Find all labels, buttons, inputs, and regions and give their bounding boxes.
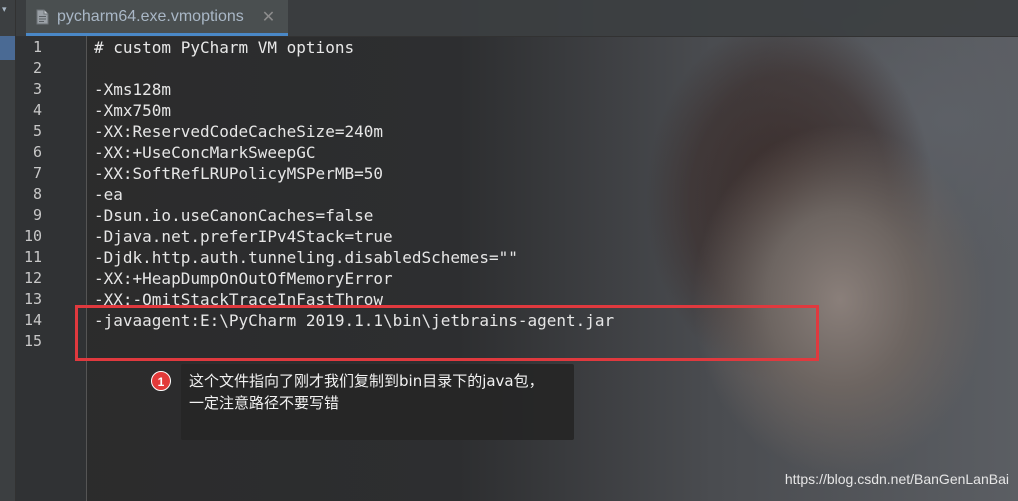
editor-tab-bar: pycharm64.exe.vmoptions ✕ <box>16 0 1018 37</box>
highlight-box <box>75 305 819 361</box>
code-line[interactable]: -Xms128m <box>94 79 171 100</box>
line-number: 13 <box>23 290 42 308</box>
line-number: 14 <box>23 311 42 329</box>
close-icon[interactable]: ✕ <box>262 7 275 26</box>
line-number: 8 <box>32 185 42 203</box>
code-line[interactable]: -Djdk.http.auth.tunneling.disabledScheme… <box>94 247 518 268</box>
annotation-text: 这个文件指向了刚才我们复制到bin目录下的java包， 一定注意路径不要写错 <box>189 370 569 414</box>
line-number: 5 <box>32 122 42 140</box>
active-tool-indicator <box>0 36 15 60</box>
annotation-callout: 这个文件指向了刚才我们复制到bin目录下的java包， 一定注意路径不要写错 <box>181 364 574 440</box>
line-number: 1 <box>32 38 42 56</box>
code-line[interactable]: -XX:SoftRefLRUPolicyMSPerMB=50 <box>94 163 383 184</box>
file-icon <box>36 9 49 25</box>
code-line[interactable]: -XX:+UseConcMarkSweepGC <box>94 142 316 163</box>
tab-label: pycharm64.exe.vmoptions <box>57 7 244 25</box>
line-number: 6 <box>32 143 42 161</box>
line-number: 11 <box>23 248 42 266</box>
collapse-arrow-icon[interactable]: ▾ <box>2 5 7 15</box>
line-number: 4 <box>32 101 42 119</box>
project-tool-strip[interactable]: ▾ <box>0 0 16 501</box>
line-number-gutter: 1 2 3 4 5 6 7 8 9 10 11 12 13 14 15 <box>16 36 87 501</box>
line-number: 15 <box>23 332 42 350</box>
code-line[interactable]: # custom PyCharm VM options <box>94 37 354 58</box>
line-number: 7 <box>32 164 42 182</box>
watermark: https://blog.csdn.net/BanGenLanBai <box>784 471 1009 487</box>
line-number: 12 <box>23 269 42 287</box>
line-number: 9 <box>32 206 42 224</box>
annotation-line-2: 一定注意路径不要写错 <box>189 394 340 412</box>
code-line[interactable]: -Djava.net.preferIPv4Stack=true <box>94 226 393 247</box>
line-number: 3 <box>32 80 42 98</box>
tab-vmoptions-file[interactable]: pycharm64.exe.vmoptions ✕ <box>26 0 288 36</box>
code-line[interactable]: -XX:+HeapDumpOnOutOfMemoryError <box>94 268 393 289</box>
annotation-line-1: 这个文件指向了刚才我们复制到bin目录下的java包， <box>189 372 544 390</box>
annotation-badge: 1 <box>151 371 171 391</box>
line-number: 2 <box>32 59 42 77</box>
code-line[interactable]: -Dsun.io.useCanonCaches=false <box>94 205 373 226</box>
code-line[interactable]: -Xmx750m <box>94 100 171 121</box>
code-line[interactable]: -ea <box>94 184 123 205</box>
code-line[interactable]: -XX:ReservedCodeCacheSize=240m <box>94 121 383 142</box>
line-number: 10 <box>23 227 42 245</box>
